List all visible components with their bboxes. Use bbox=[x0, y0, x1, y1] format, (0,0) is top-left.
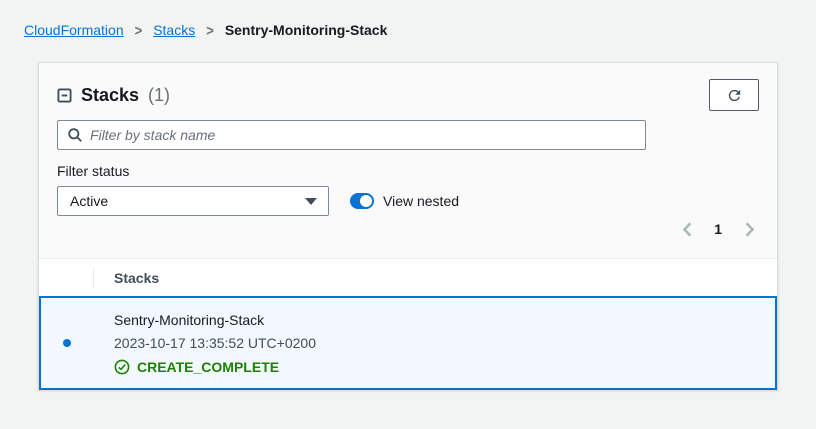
breadcrumb-link-stacks[interactable]: Stacks bbox=[153, 22, 195, 38]
breadcrumb-separator-icon: > bbox=[135, 21, 143, 38]
table-header-row: Stacks bbox=[39, 258, 777, 296]
stack-name: Sentry-Monitoring-Stack bbox=[114, 312, 316, 328]
breadcrumb-separator-icon: > bbox=[206, 21, 214, 38]
view-nested-label: View nested bbox=[383, 193, 459, 209]
caret-down-icon bbox=[305, 198, 317, 205]
collapse-box-icon[interactable] bbox=[57, 88, 72, 103]
breadcrumb-link-cloudformation[interactable]: CloudFormation bbox=[24, 22, 124, 38]
page-number[interactable]: 1 bbox=[708, 221, 728, 237]
check-circle-icon bbox=[114, 359, 130, 375]
breadcrumb-current-page: Sentry-Monitoring-Stack bbox=[225, 22, 388, 38]
panel-header: Stacks (1) bbox=[57, 75, 759, 115]
stacks-table: Stacks Sentry-Monitoring-Stack 2023-10-1… bbox=[39, 258, 777, 390]
next-page-button[interactable] bbox=[742, 220, 756, 238]
stacks-count: (1) bbox=[148, 85, 170, 106]
toggle-knob bbox=[360, 195, 372, 207]
panel-title: Stacks bbox=[81, 85, 139, 106]
view-nested-toggle[interactable] bbox=[350, 193, 374, 209]
stack-status-badge: CREATE_COMPLETE bbox=[114, 359, 316, 375]
stacks-panel: Stacks (1) Filter status bbox=[38, 62, 778, 390]
table-row[interactable]: Sentry-Monitoring-Stack 2023-10-17 13:35… bbox=[39, 296, 777, 390]
stack-name-filter-input[interactable] bbox=[90, 127, 636, 143]
pagination: 1 bbox=[57, 218, 759, 240]
stack-creation-time: 2023-10-17 13:35:52 UTC+0200 bbox=[114, 335, 316, 351]
breadcrumb: CloudFormation > Stacks > Sentry-Monitor… bbox=[24, 22, 387, 38]
stack-status-text: CREATE_COMPLETE bbox=[137, 359, 279, 375]
status-filter-value: Active bbox=[70, 193, 108, 209]
stack-radio-button[interactable] bbox=[63, 339, 71, 347]
status-filter-dropdown[interactable]: Active bbox=[57, 186, 329, 216]
column-header-stacks: Stacks bbox=[39, 270, 159, 286]
chevron-left-icon bbox=[682, 222, 693, 237]
column-divider bbox=[93, 268, 94, 288]
stack-name-filter bbox=[57, 120, 646, 150]
refresh-button[interactable] bbox=[709, 79, 759, 111]
filter-status-label: Filter status bbox=[57, 163, 759, 179]
search-icon bbox=[67, 127, 83, 143]
refresh-icon bbox=[726, 87, 743, 104]
chevron-right-icon bbox=[744, 222, 755, 237]
previous-page-button[interactable] bbox=[680, 220, 694, 238]
